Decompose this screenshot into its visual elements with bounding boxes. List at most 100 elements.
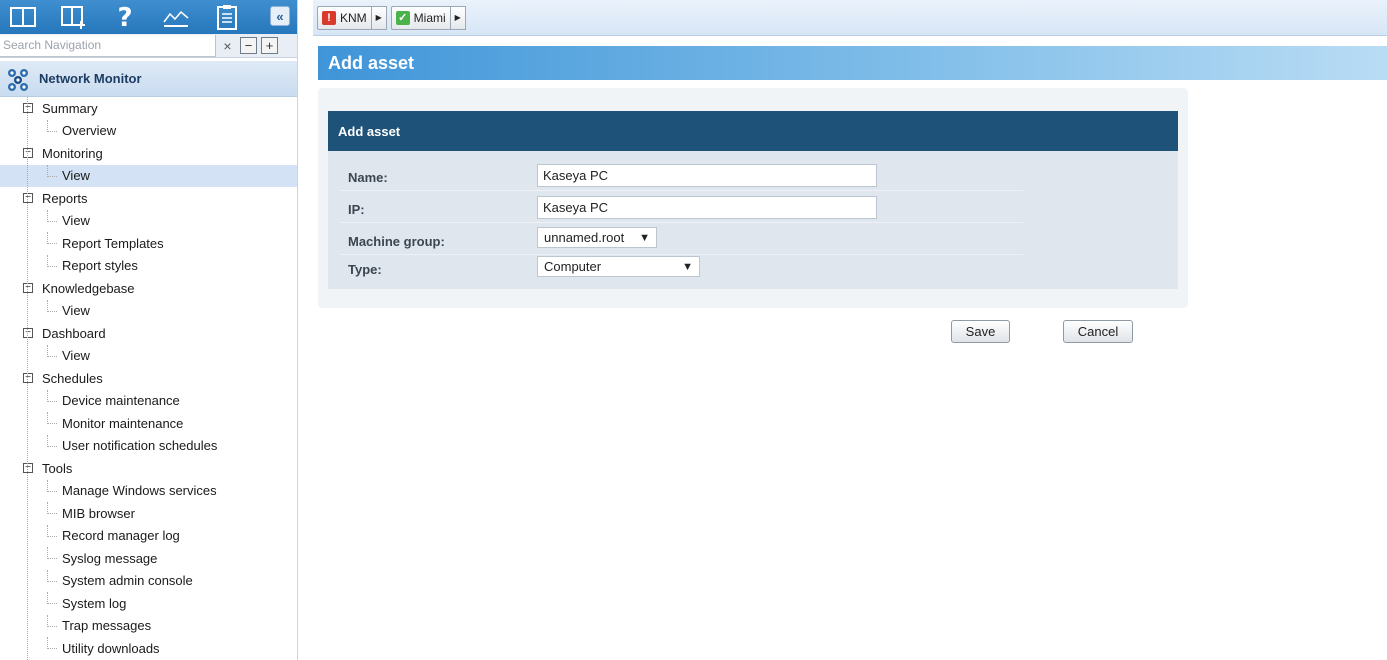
type-select[interactable]: Computer ▼	[537, 256, 700, 277]
ok-status-icon: ✓	[395, 10, 410, 25]
search-input[interactable]	[0, 34, 216, 57]
tree-item[interactable]: View	[0, 344, 297, 368]
tree-item[interactable]: User notification schedules	[0, 434, 297, 458]
tree-connector	[47, 412, 57, 424]
tree-item[interactable]: Device maintenance	[0, 389, 297, 413]
type-value: Computer	[544, 259, 602, 274]
breadcrumb-miami-button[interactable]: ✓ Miami	[390, 5, 451, 30]
ip-field[interactable]	[537, 196, 877, 219]
tree-section-summary[interactable]: − Summary	[0, 97, 297, 120]
tree-item[interactable]: View	[0, 164, 297, 187]
name-field[interactable]	[537, 164, 877, 187]
tree-item-label: Manage Windows services	[62, 483, 217, 499]
collapse-node-icon[interactable]: −	[23, 103, 33, 113]
tree-section-tools[interactable]: − Tools	[0, 457, 297, 480]
tree-connector	[47, 232, 57, 244]
tree-section-schedules[interactable]: − Schedules	[0, 367, 297, 390]
collapse-node-icon[interactable]: −	[23, 463, 33, 473]
chevron-right-icon[interactable]: ▶	[450, 5, 466, 30]
help-icon[interactable]: ?	[110, 3, 140, 31]
machine-group-select[interactable]: unnamed.root ▼	[537, 227, 657, 248]
tree-section-label: Summary	[42, 100, 98, 116]
tree-section-knowledgebase[interactable]: − Knowledgebase	[0, 277, 297, 300]
tree-section-label: Monitoring	[42, 145, 103, 161]
collapse-node-icon[interactable]: −	[23, 373, 33, 383]
tree-item[interactable]: MIB browser	[0, 502, 297, 525]
tree-item-label: Syslog message	[62, 550, 158, 566]
tree-item-label: Utility downloads	[62, 640, 160, 656]
collapse-all-button[interactable]: −	[240, 37, 257, 54]
collapse-node-icon[interactable]: −	[23, 283, 33, 293]
tree-item[interactable]: Overview	[0, 119, 297, 143]
breadcrumb-knm-button[interactable]: ! KNM	[317, 5, 372, 30]
collapse-node-icon[interactable]: −	[23, 328, 33, 338]
tree-item[interactable]: Syslog message	[0, 547, 297, 570]
tree-guide-line	[27, 97, 28, 660]
tree-item[interactable]: View	[0, 209, 297, 233]
page-title-bar: Add asset	[318, 46, 1387, 80]
page-title: Add asset	[328, 53, 415, 73]
tree-item-label: View	[62, 168, 90, 184]
tree-item-label: Record manager log	[62, 528, 180, 544]
tree-item[interactable]: Trap messages	[0, 614, 297, 638]
tree-connector	[47, 389, 57, 402]
tree-section-label: Knowledgebase	[42, 280, 135, 296]
tree-item[interactable]: View	[0, 299, 297, 323]
search-row: × − +	[0, 34, 297, 58]
tree-item[interactable]: System admin console	[0, 569, 297, 593]
tree-item-label: Trap messages	[62, 618, 152, 634]
tree-item[interactable]: Report Templates	[0, 232, 297, 255]
tree-section-label: Schedules	[42, 370, 103, 386]
tree-section-label: Tools	[42, 460, 73, 476]
collapse-node-icon[interactable]: −	[23, 148, 33, 158]
collapse-sidebar-button[interactable]: «	[270, 6, 290, 26]
tree-item-label: Report Templates	[62, 235, 164, 251]
tree-root-label: Network Monitor	[39, 71, 142, 86]
ip-label: IP:	[348, 202, 365, 217]
tree-section-reports[interactable]: − Reports	[0, 187, 297, 210]
tree-root[interactable]: Network Monitor	[0, 61, 297, 97]
tree-section-label: Reports	[42, 190, 88, 206]
tree-item-label: System admin console	[62, 573, 193, 589]
tree-connector	[47, 299, 57, 312]
tree-connector	[47, 344, 57, 357]
tree-item[interactable]: System log	[0, 592, 297, 615]
tree-item[interactable]: Record manager log	[0, 524, 297, 548]
tree-item-label: Monitor maintenance	[62, 415, 184, 431]
ip-row: IP:	[340, 193, 1023, 223]
tree-section-monitoring[interactable]: − Monitoring	[0, 142, 297, 165]
breadcrumb-item-miami: ✓ Miami ▶	[390, 5, 466, 30]
save-button[interactable]: Save	[951, 320, 1010, 343]
clipboard-icon[interactable]	[212, 3, 242, 31]
tree-item-label: Overview	[62, 123, 117, 139]
tree-connector	[47, 547, 57, 559]
collapse-node-icon[interactable]: −	[23, 193, 33, 203]
chevron-down-icon: ▼	[639, 231, 650, 244]
tree-item[interactable]: Utility downloads	[0, 637, 297, 660]
cancel-button[interactable]: Cancel	[1063, 320, 1133, 343]
chevron-right-icon[interactable]: ▶	[371, 5, 387, 30]
expand-all-button[interactable]: +	[261, 37, 278, 54]
tree-item[interactable]: Manage Windows services	[0, 479, 297, 503]
name-row: Name:	[340, 161, 1023, 191]
tree-item[interactable]: Monitor maintenance	[0, 412, 297, 435]
sidebar-toolbar: ? «	[0, 0, 297, 34]
network-icon	[8, 68, 28, 91]
tree-item[interactable]: Report styles	[0, 254, 297, 278]
machine-group-row: Machine group: unnamed.root ▼	[340, 225, 1023, 255]
tree-connector	[47, 614, 57, 627]
book-icon[interactable]	[8, 3, 38, 31]
clear-search-icon[interactable]: ×	[219, 37, 236, 54]
tree-connector	[47, 434, 57, 447]
machine-group-value: unnamed.root	[544, 230, 625, 245]
breadcrumb-label: KNM	[340, 10, 367, 25]
tree-section-dashboard[interactable]: − Dashboard	[0, 322, 297, 345]
type-label: Type:	[348, 262, 382, 277]
add-book-icon[interactable]	[59, 3, 89, 31]
tree-item-label: View	[62, 303, 90, 319]
tree-connector	[47, 119, 57, 132]
tree-connector	[47, 479, 57, 492]
chart-icon[interactable]	[161, 3, 191, 31]
chevron-down-icon: ▼	[682, 260, 693, 273]
tree-section-label: Dashboard	[42, 325, 106, 341]
